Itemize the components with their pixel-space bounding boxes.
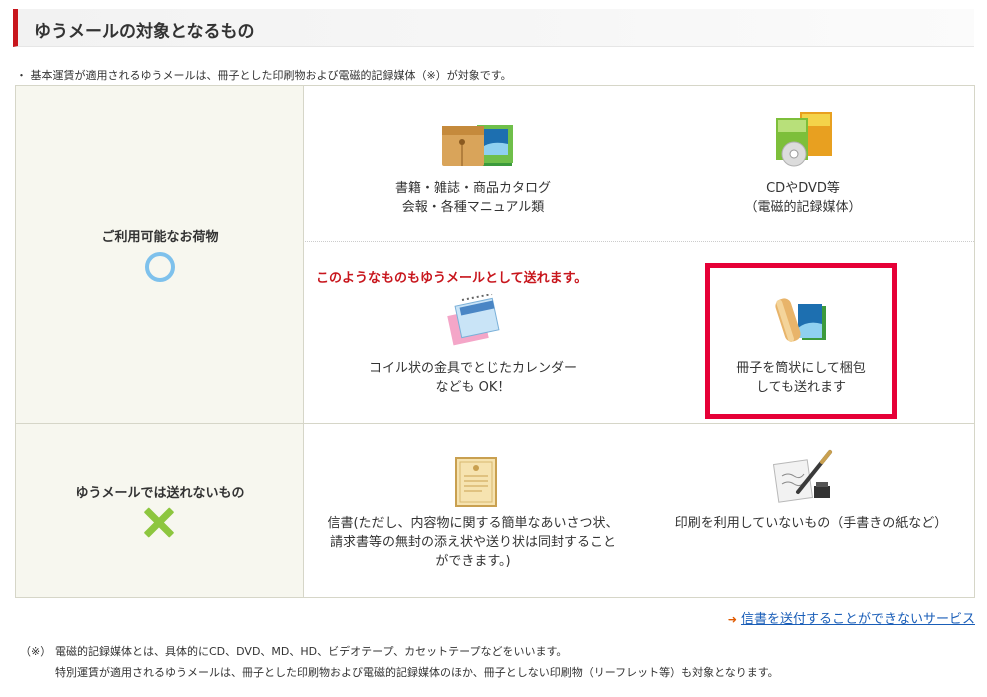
also-allowed-note: このようなものもゆうメールとして送れます。 [316, 271, 588, 286]
footnote-1: （※） 電磁的記録媒体とは、具体的にCD、DVD、MD、HD、ビデオテープ、カセッ… [20, 643, 567, 659]
section-title: ゆうメールの対象となるもの [34, 22, 255, 42]
section-heading: ゆうメールの対象となるもの [13, 9, 974, 47]
allowed-label: ご利用可能なお荷物 [101, 230, 219, 245]
arrow-right-icon: ➜ [727, 613, 737, 626]
letter-text: 信書(ただし、内容物に関する簡単なあいさつ状、 請求書等の無封の添え状や送り状は… [327, 516, 619, 569]
highlight-box [705, 263, 897, 419]
calendar-text: コイル状の金具でとじたカレンダー なども OK！ [368, 361, 577, 395]
envelope-and-books-icon [442, 125, 513, 166]
pen-and-paper-icon [772, 450, 832, 503]
cross-ng-icon [143, 507, 175, 539]
letter-service-link[interactable]: 信書を送付することができないサービス [741, 612, 975, 627]
circle-ok-icon [145, 252, 175, 282]
cd-dvd-icon [776, 112, 832, 167]
media-text: CDやDVD等 （電磁的記録媒体） [744, 181, 862, 215]
certificate-letter-icon [455, 457, 497, 507]
handwritten-text: 印刷を利用していないもの（手書きの紙など） [674, 516, 948, 531]
books-text: 書籍・雑誌・商品カタログ 会報・各種マニュアル類 [394, 181, 551, 215]
row-divider [16, 423, 974, 424]
footnote-mark: （※） [20, 645, 52, 658]
intro-note: ・ 基本運賃が適用されるゆうメールは、冊子とした印刷物および電磁的記録媒体（※）… [16, 69, 512, 82]
dotted-divider [305, 241, 974, 242]
letter-service-link-row: ➜ 信書を送付することができないサービス [728, 608, 975, 627]
not-allowed-label: ゆうメールでは送れないもの [75, 486, 245, 501]
footnote-2: 特別運賃が適用されるゆうメールは、冊子とした印刷物および電磁的記録媒体のほか、冊… [55, 666, 779, 679]
spiral-calendar-icon [447, 294, 500, 346]
footnote-1-text: 電磁的記録媒体とは、具体的にCD、DVD、MD、HD、ビデオテープ、カセットテー… [55, 645, 568, 658]
eligibility-table: ご利用可能なお荷物 ゆうメールでは送れないもの 書籍・雑誌・商品カタログ 会報・… [15, 85, 975, 598]
